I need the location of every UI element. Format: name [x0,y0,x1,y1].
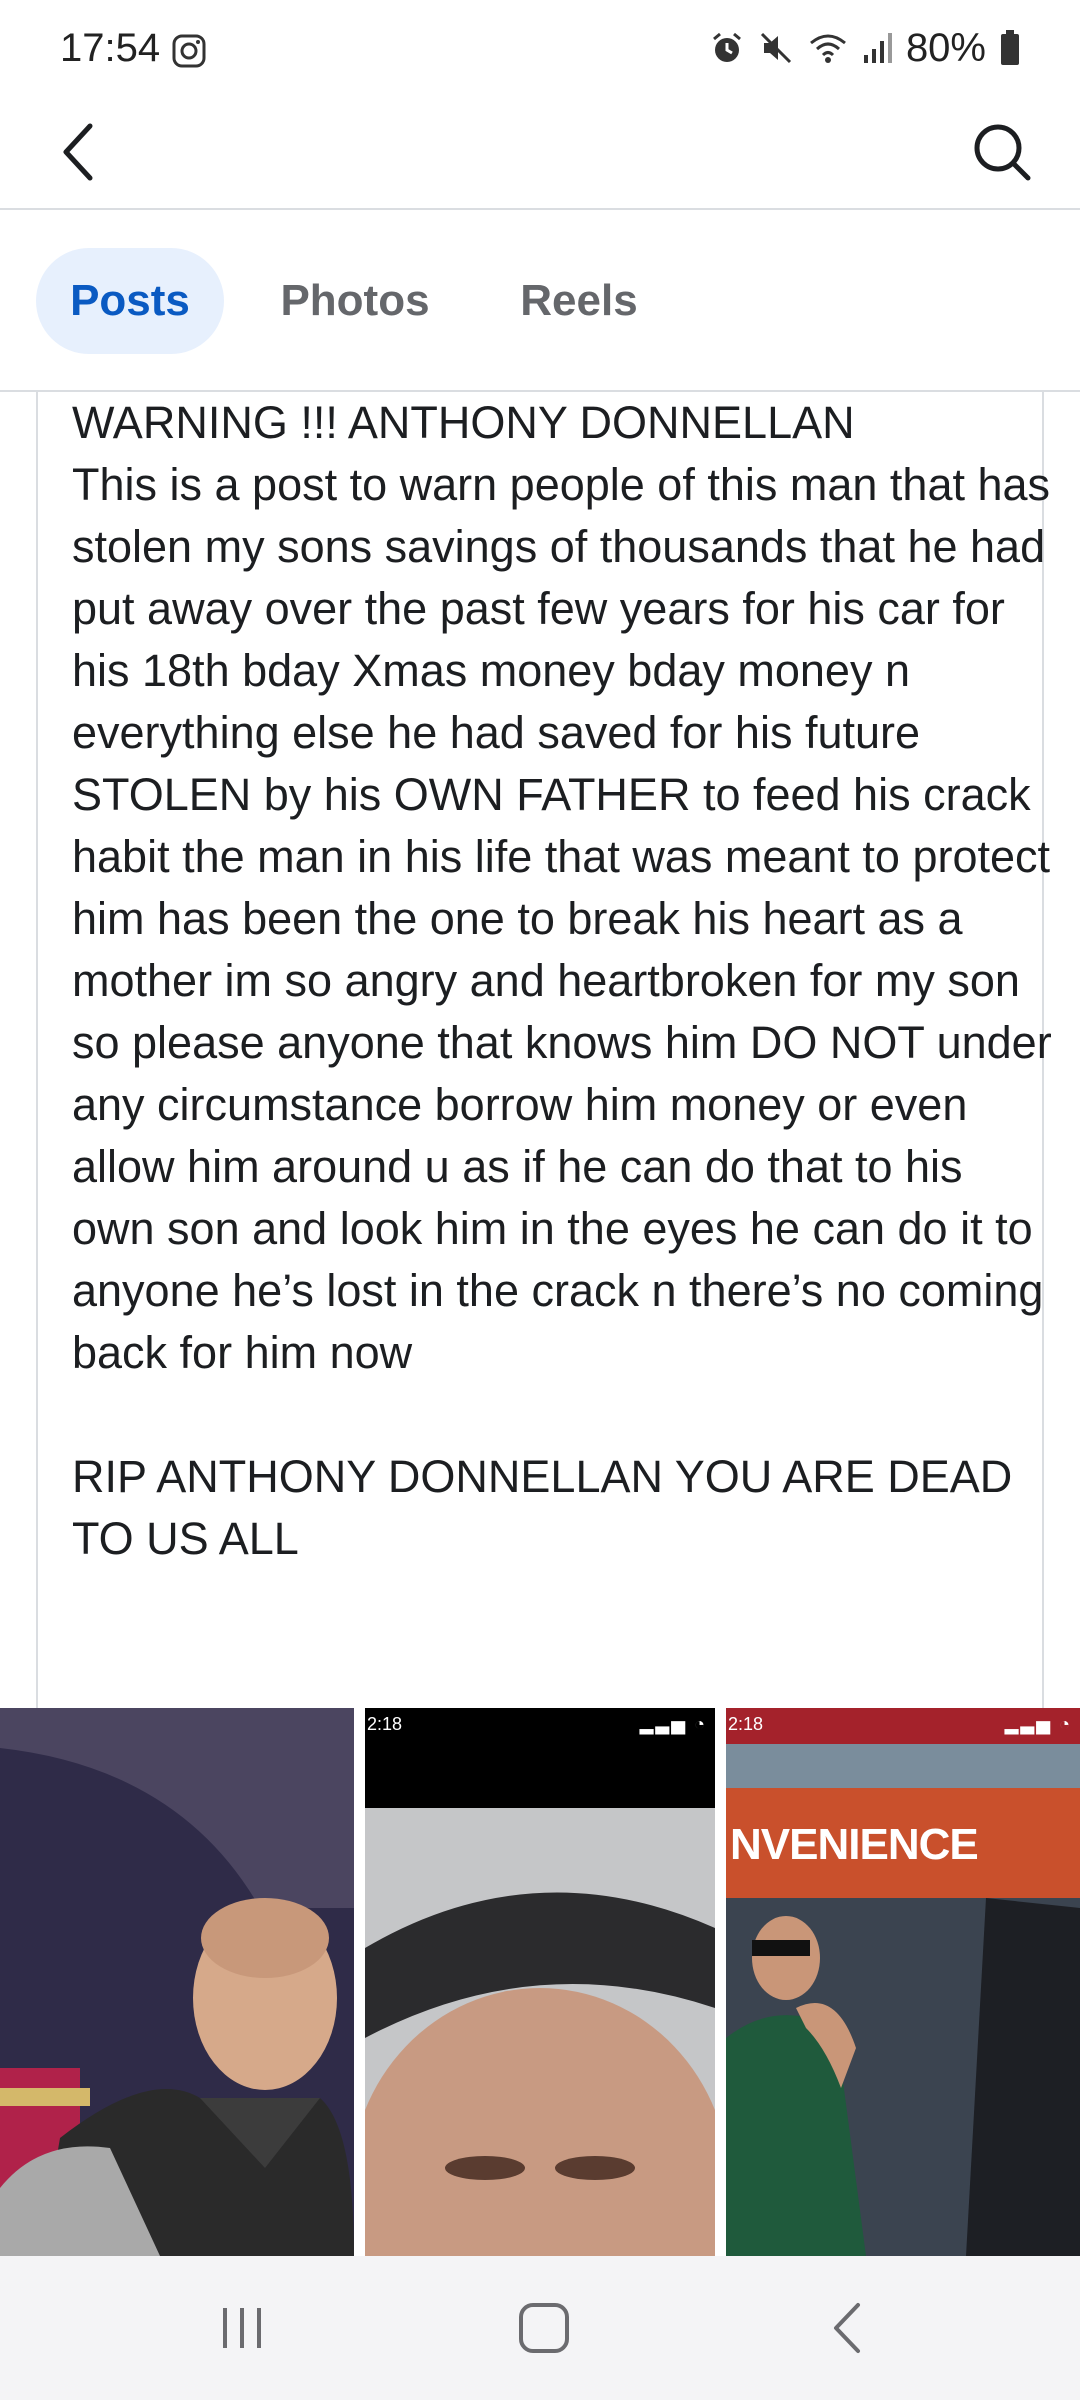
system-nav-bar [0,2256,1080,2400]
photo-2-illustration [365,1808,715,2256]
photo-1-illustration [0,1708,354,2256]
search-button[interactable] [964,114,1040,190]
tab-reels[interactable]: Reels [496,248,662,354]
photo-2-status-bar: 2:18 ▂▃▅ ◔ [365,1708,715,1744]
photo-3-signal-icon: ▂▃▅ ◔ [1004,1714,1072,1734]
status-icons: 80% [710,26,1020,70]
instagram-icon [172,34,206,68]
post-photo-2[interactable]: 2:18 ▂▃▅ ◔ [365,1708,715,2256]
post-photo-3[interactable]: 2:18 ▂▃▅ ◔ NVENIENCE [726,1708,1080,2256]
photo-3-time: 2:18 [728,1714,764,1734]
back-arrow-icon [63,123,93,181]
tab-photos[interactable]: Photos [262,248,448,354]
alarm-icon [712,32,741,62]
status-time: 17:54 [60,26,161,70]
post-card: WARNING !!! ANTHONY DONNELLAN This is a … [36,392,1052,1708]
home-icon [519,2303,569,2353]
photo-3-status-bar: 2:18 ▂▃▅ ◔ [726,1708,1080,1744]
photo-3-illustration [726,1708,1080,2256]
wifi-icon [809,34,846,63]
recents-button[interactable] [192,2286,292,2370]
back-button[interactable] [40,114,116,190]
profile-tabs: Posts Photos Reels [0,212,1080,392]
app-bar [0,96,1080,210]
nav-back-button[interactable] [798,2286,898,2370]
battery-percent: 80% [905,25,986,70]
signal-icon [863,33,892,63]
mute-icon [760,32,791,64]
post-photo-1[interactable] [0,1708,354,2256]
photo-3-sign-text: NVENIENCE [730,1820,979,1869]
search-icon [974,124,1031,181]
tab-posts[interactable]: Posts [36,248,224,354]
status-bar: 17:54 80% [0,0,1080,96]
photo-2-time: 2:18 [367,1714,403,1734]
photo-2-signal-icon: ▂▃▅ ◔ [639,1714,707,1734]
battery-icon [1001,30,1019,65]
home-button[interactable] [494,2286,594,2370]
post-text: WARNING !!! ANTHONY DONNELLAN This is a … [72,397,1052,1564]
recents-icon [223,2308,261,2348]
post-photo-grid: 2:18 ▂▃▅ ◔ 2:18 ▂▃▅ ◔ NVENIENCE [0,1708,1080,2256]
back-icon [834,2303,860,2353]
